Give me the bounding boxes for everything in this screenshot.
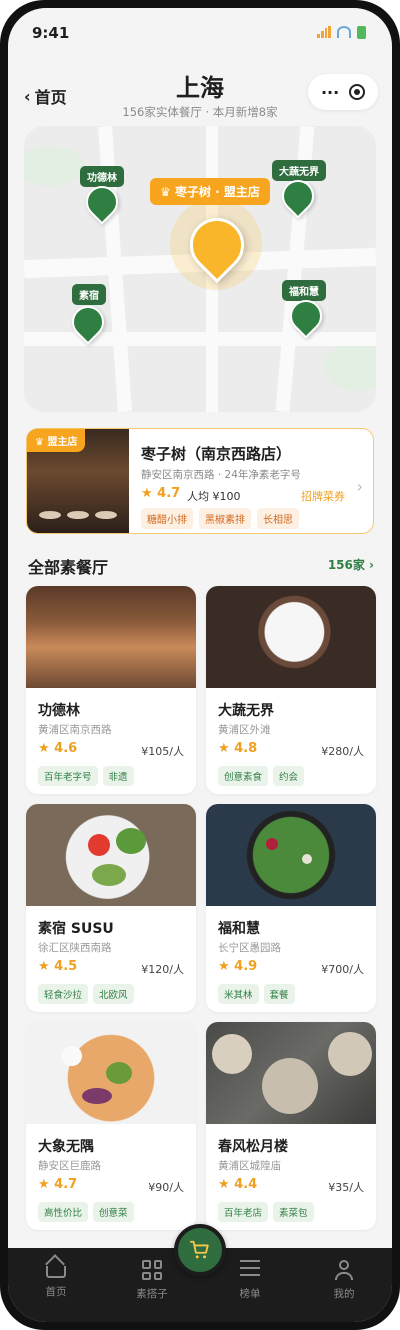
restaurant-rating: ★ 4.5 xyxy=(38,959,78,974)
restaurant-tag: 创意素食 xyxy=(218,766,269,786)
restaurant-photo xyxy=(206,804,376,906)
status-icons xyxy=(317,26,366,39)
restaurant-price: ¥90/人 xyxy=(148,1181,184,1194)
restaurant-photo xyxy=(206,586,376,688)
restaurant-name: 大蔬无界 xyxy=(218,703,274,719)
close-target-icon[interactable] xyxy=(349,84,366,100)
status-time: 9:41 xyxy=(32,24,70,42)
map-park xyxy=(324,341,376,391)
chevron-right-icon: › xyxy=(356,477,363,496)
user-icon xyxy=(334,1260,354,1280)
wifi-icon xyxy=(337,26,351,38)
map-pin-label: 功德林 xyxy=(80,166,124,187)
restaurant-price: ¥105/人 xyxy=(141,745,184,758)
restaurant-price: ¥700/人 xyxy=(321,963,364,976)
section-header: 全部素餐厅 156家 › xyxy=(28,554,374,578)
restaurant-name: 素宿 SUSU xyxy=(38,921,114,937)
restaurant-tag: 高性价比 xyxy=(38,1202,89,1222)
restaurant-address: 黄浦区外滩 xyxy=(218,724,271,736)
restaurant-price: ¥280/人 xyxy=(321,745,364,758)
crown-icon: ♛ xyxy=(35,437,48,448)
restaurant-card[interactable]: 福和慧 长宁区愚园路 ★ 4.9 ¥700/人 米其林 套餐 xyxy=(206,804,376,1012)
cart-button[interactable] xyxy=(174,1224,226,1276)
list-icon xyxy=(240,1260,260,1280)
restaurant-price: ¥35/人 xyxy=(328,1181,364,1194)
phone-frame: 9:41 ‹ 首页 上海 156家实体餐厅 · 本月新增8家 ··· 功德林 大… xyxy=(0,0,400,1330)
restaurant-tag: 素菜包 xyxy=(273,1202,314,1222)
restaurant-name: 福和慧 xyxy=(218,921,260,937)
restaurant-rating: ★ 4.9 xyxy=(218,959,258,974)
miniapp-capsule: ··· xyxy=(308,74,378,110)
restaurant-rating: ★ 4.4 xyxy=(218,1177,258,1192)
tab-partner[interactable]: 素搭子 xyxy=(122,1260,182,1301)
restaurant-rating: ★ 4.7 xyxy=(38,1177,78,1192)
featured-name: 枣子树（南京西路店） xyxy=(141,445,292,463)
featured-avg-price: 人均 ¥100 xyxy=(187,490,241,503)
restaurant-photo xyxy=(26,804,196,906)
restaurant-tag: 套餐 xyxy=(263,984,295,1004)
restaurant-photo xyxy=(26,1022,196,1124)
map-pin-label: 素宿 xyxy=(72,284,106,305)
screen: 9:41 ‹ 首页 上海 156家实体餐厅 · 本月新增8家 ··· 功德林 大… xyxy=(8,8,392,1322)
restaurant-address: 黄浦区城隍庙 xyxy=(218,1160,281,1172)
crown-icon: ♛ xyxy=(160,185,175,199)
main-store-label[interactable]: ♛ 枣子树 · 盟主店 xyxy=(150,178,270,205)
restaurant-photo xyxy=(206,1022,376,1124)
map-pin-label: 大蔬无界 xyxy=(272,160,326,181)
restaurant-tag: 约会 xyxy=(273,766,305,786)
restaurant-card[interactable]: 大蔬无界 黄浦区外滩 ★ 4.8 ¥280/人 创意素食 约会 xyxy=(206,586,376,794)
featured-meta: 静安区南京西路 · 24年净素老字号 xyxy=(141,469,301,481)
restaurant-tag: 百年老店 xyxy=(218,1202,269,1222)
section-count-link[interactable]: 156家 › xyxy=(328,556,374,573)
signature-coupon-link[interactable]: 招牌菜券 xyxy=(301,488,345,504)
restaurant-address: 徐汇区陕西南路 xyxy=(38,942,112,954)
restaurant-card[interactable]: 春风松月楼 黄浦区城隍庙 ★ 4.4 ¥35/人 百年老店 素菜包 xyxy=(206,1022,376,1230)
more-icon[interactable]: ··· xyxy=(321,83,339,102)
restaurant-card[interactable]: 功德林 黄浦区南京西路 ★ 4.6 ¥105/人 百年老字号 非遗 xyxy=(26,586,196,794)
map-view[interactable]: 功德林 大蔬无界 素宿 福和慧 ♛ 枣子树 · 盟主店 xyxy=(24,126,376,412)
section-title: 全部素餐厅 xyxy=(28,558,109,577)
restaurant-card[interactable]: 素宿 SUSU 徐汇区陕西南路 ★ 4.5 ¥120/人 轻食沙拉 北欧风 xyxy=(26,804,196,1012)
grid-icon xyxy=(142,1260,162,1280)
featured-tags: 糖醋小排 黑椒素排 长相思 xyxy=(141,508,299,529)
restaurant-price: ¥120/人 xyxy=(141,963,184,976)
featured-badge: ♛ 盟主店 xyxy=(27,429,86,452)
restaurant-tag: 轻食沙拉 xyxy=(38,984,89,1004)
status-bar: 9:41 xyxy=(8,8,392,58)
restaurant-name: 功德林 xyxy=(38,703,80,719)
restaurant-tag: 北欧风 xyxy=(93,984,134,1004)
signal-icon xyxy=(317,26,331,38)
restaurant-photo xyxy=(26,586,196,688)
restaurant-tag: 非遗 xyxy=(102,766,134,786)
restaurant-name: 春风松月楼 xyxy=(218,1139,288,1155)
restaurant-address: 黄浦区南京西路 xyxy=(38,724,112,736)
tab-home[interactable]: 首页 xyxy=(26,1260,86,1299)
dish-tag: 长相思 xyxy=(257,508,299,529)
tab-me[interactable]: 我的 xyxy=(314,1260,374,1301)
featured-restaurant-card[interactable]: ♛ 盟主店 枣子树（南京西路店） 静安区南京西路 · 24年净素老字号 ★ 4.… xyxy=(26,428,374,534)
map-pin-label: 福和慧 xyxy=(282,280,326,301)
nav-header: ‹ 首页 上海 156家实体餐厅 · 本月新增8家 ··· xyxy=(8,64,392,124)
restaurant-rating: ★ 4.6 xyxy=(38,741,78,756)
map-park xyxy=(24,146,84,186)
dish-tag: 黑椒素排 xyxy=(199,508,251,529)
restaurant-tag: 百年老字号 xyxy=(38,766,98,786)
restaurant-name: 大象无隅 xyxy=(38,1139,94,1155)
restaurant-rating: ★ 4.8 xyxy=(218,741,258,756)
cart-icon xyxy=(189,1240,209,1259)
tab-ranking[interactable]: 榜单 xyxy=(220,1260,280,1301)
restaurant-tag: 创意菜 xyxy=(93,1202,134,1222)
featured-rating: ★ 4.7 xyxy=(141,486,181,501)
battery-icon xyxy=(357,26,366,39)
restaurant-address: 静安区巨鹿路 xyxy=(38,1160,101,1172)
dish-tag: 糖醋小排 xyxy=(141,508,193,529)
restaurant-tag: 米其林 xyxy=(218,984,259,1004)
home-icon xyxy=(46,1266,66,1278)
restaurant-card[interactable]: 大象无隅 静安区巨鹿路 ★ 4.7 ¥90/人 高性价比 创意菜 xyxy=(26,1022,196,1230)
restaurant-address: 长宁区愚园路 xyxy=(218,942,281,954)
